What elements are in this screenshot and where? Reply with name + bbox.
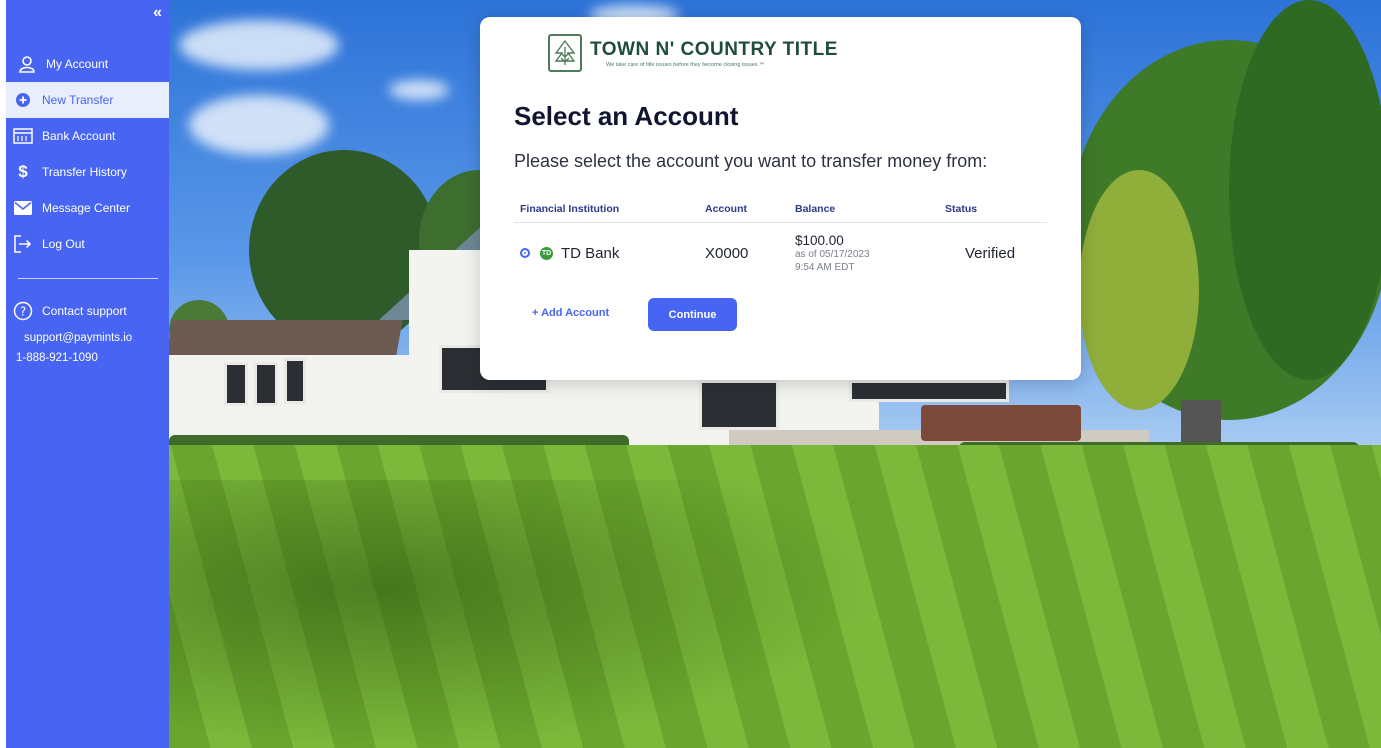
balance-as-of: as of 05/17/2023 <box>795 248 870 260</box>
column-header-balance: Balance <box>795 203 836 215</box>
sidebar-item-bank-account[interactable]: Bank Account <box>6 118 169 154</box>
add-account-button[interactable]: + Add Account <box>532 307 609 319</box>
svg-text:?: ? <box>20 305 26 319</box>
column-header-institution: Financial Institution <box>520 203 620 215</box>
tree-logo-icon <box>548 34 582 72</box>
sidebar-item-my-account[interactable]: My Account <box>6 46 169 82</box>
account-number: X0000 <box>705 244 749 262</box>
table-row[interactable]: TD TD Bank X0000 $100.00 as of 05/17/202… <box>514 223 1047 283</box>
bank-icon <box>12 125 34 147</box>
support-email[interactable]: support@paymints.io <box>12 328 162 348</box>
support-phone[interactable]: 1-888-921-1090 <box>12 348 162 368</box>
contact-support-link[interactable]: ? Contact support <box>12 300 162 322</box>
sidebar-item-new-transfer[interactable]: New Transfer <box>6 82 169 118</box>
sidebar-item-label: Transfer History <box>42 165 127 179</box>
user-icon <box>16 53 38 75</box>
balance-amount: $100.00 <box>795 232 844 248</box>
sidebar-item-label: Bank Account <box>42 129 116 143</box>
plus-circle-icon <box>12 89 34 111</box>
column-header-account: Account <box>705 203 747 215</box>
td-bank-logo-icon: TD <box>540 246 553 260</box>
account-radio[interactable] <box>520 248 530 258</box>
sidebar-item-message-center[interactable]: Message Center <box>6 190 169 226</box>
sidebar-nav: My Account New Transfer Bank Account $ T… <box>6 46 169 262</box>
page-subtitle: Please select the account you want to tr… <box>514 151 988 171</box>
help-icon: ? <box>12 300 34 322</box>
accounts-table: Financial Institution Account Balance St… <box>514 203 1047 283</box>
brand-logo: TOWN N' COUNTRY TITLE We take care of ti… <box>548 34 838 72</box>
sidebar-divider <box>18 278 158 279</box>
institution-name: TD Bank <box>561 244 620 262</box>
status-badge: Verified <box>965 244 1016 262</box>
brand-tagline: We take care of title issues before they… <box>606 61 765 68</box>
select-account-card: TOWN N' COUNTRY TITLE We take care of ti… <box>480 17 1081 380</box>
sidebar-item-label: My Account <box>46 57 109 71</box>
mail-icon <box>12 197 34 219</box>
table-header: Financial Institution Account Balance St… <box>514 203 1047 223</box>
continue-button[interactable]: Continue <box>648 298 737 331</box>
brand-name: TOWN N' COUNTRY TITLE <box>590 38 838 60</box>
column-header-status: Status <box>945 203 978 215</box>
balance-time: 9:54 AM EDT <box>795 261 855 273</box>
logout-icon <box>12 233 34 255</box>
sidebar: « My Account New Transfer Bank Account $… <box>6 0 169 748</box>
sidebar-item-label: Log Out <box>42 237 85 251</box>
sidebar-item-log-out[interactable]: Log Out <box>6 226 169 262</box>
sidebar-item-label: Message Center <box>42 201 131 215</box>
support-section: ? Contact support support@paymints.io 1-… <box>12 300 162 368</box>
sidebar-item-label: New Transfer <box>42 93 114 107</box>
contact-support-label: Contact support <box>42 304 127 318</box>
sidebar-item-transfer-history[interactable]: $ Transfer History <box>6 154 169 190</box>
page-title: Select an Account <box>514 101 739 131</box>
collapse-sidebar-button[interactable]: « <box>153 4 162 22</box>
dollar-icon: $ <box>18 162 28 181</box>
